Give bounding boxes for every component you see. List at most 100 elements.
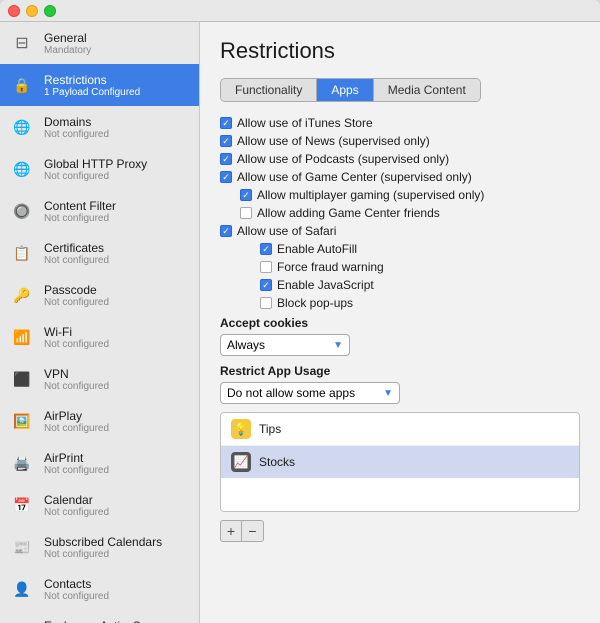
checkbox-fraud[interactable] (260, 261, 272, 273)
sidebar-item-text: Calendar Not configured (44, 493, 109, 518)
sidebar-item-sub: Not configured (44, 255, 109, 266)
cert-icon (8, 239, 36, 267)
tab-functionality[interactable]: Functionality (221, 79, 317, 101)
checkbox-label-fraud: Force fraud warning (277, 260, 384, 274)
checkbox-label-addfriends: Allow adding Game Center friends (257, 206, 440, 220)
checkbox-autofill[interactable]: ✓ (260, 243, 272, 255)
sidebar: General Mandatory Restrictions 1 Payload… (0, 22, 200, 623)
passcode-icon (8, 281, 36, 309)
lock-icon (8, 71, 36, 99)
restrict-app-dropdown[interactable]: Do not allow some apps ▼ (220, 382, 400, 404)
checkbox-multiplayer[interactable]: ✓ (240, 189, 252, 201)
restrict-app-label: Restrict App Usage (220, 364, 580, 378)
sidebar-item-text: Exchange ActiveSync Not configured (44, 619, 159, 623)
sidebar-item-domains[interactable]: Domains Not configured (0, 106, 199, 148)
window: General Mandatory Restrictions 1 Payload… (0, 0, 600, 623)
maximize-button[interactable] (44, 5, 56, 17)
sidebar-item-text: Content Filter Not configured (44, 199, 116, 224)
sidebar-item-text: Certificates Not configured (44, 241, 109, 266)
sidebar-item-text: AirPlay Not configured (44, 409, 109, 434)
accept-cookies-value: Always (227, 338, 265, 352)
accept-cookies-dropdown[interactable]: Always ▼ (220, 334, 350, 356)
sidebar-item-content[interactable]: Content Filter Not configured (0, 190, 199, 232)
checkbox-row-safari: ✓ Allow use of Safari (220, 224, 580, 238)
checkbox-popups[interactable] (260, 297, 272, 309)
tab-apps[interactable]: Apps (317, 79, 373, 101)
sidebar-item-title: Restrictions (44, 73, 140, 87)
sidebar-item-sub: Not configured (44, 507, 109, 518)
close-button[interactable] (8, 5, 20, 17)
sidebar-item-sub: 1 Payload Configured (44, 87, 140, 98)
restrict-dropdown-arrow-icon: ▼ (383, 388, 393, 399)
checkbox-gamecenter[interactable]: ✓ (220, 171, 232, 183)
checkbox-row-news: ✓ Allow use of News (supervised only) (220, 134, 580, 148)
checkboxes-section: ✓ Allow use of iTunes Store ✓ Allow use … (220, 116, 580, 310)
contacts-icon (8, 575, 36, 603)
app-list-item-stocks[interactable]: 📈 Stocks (221, 446, 579, 478)
checkbox-javascript[interactable]: ✓ (260, 279, 272, 291)
titlebar (0, 0, 600, 22)
sidebar-item-contacts[interactable]: Contacts Not configured (0, 568, 199, 610)
sidebar-item-title: Passcode (44, 283, 109, 297)
sidebar-item-text: Contacts Not configured (44, 577, 109, 602)
sidebar-item-http-proxy[interactable]: Global HTTP Proxy Not configured (0, 148, 199, 190)
checkbox-safari[interactable]: ✓ (220, 225, 232, 237)
sidebar-item-sub: Not configured (44, 465, 109, 476)
sidebar-item-sub: Not configured (44, 171, 147, 182)
domains-icon (8, 113, 36, 141)
sidebar-item-text: Subscribed Calendars Not configured (44, 535, 162, 560)
checkbox-itunes[interactable]: ✓ (220, 117, 232, 129)
main-content: Restrictions FunctionalityAppsMedia Cont… (200, 22, 600, 623)
minimize-button[interactable] (26, 5, 38, 17)
sidebar-item-text: Domains Not configured (44, 115, 109, 140)
sidebar-item-exchange[interactable]: Exchange ActiveSync Not configured (0, 610, 199, 623)
sidebar-item-title: VPN (44, 367, 109, 381)
tips-app-name: Tips (259, 422, 281, 436)
checkbox-news[interactable]: ✓ (220, 135, 232, 147)
checkbox-label-popups: Block pop-ups (277, 296, 353, 310)
checkbox-row-fraud: Force fraud warning (220, 260, 580, 274)
dropdown-arrow-icon: ▼ (333, 340, 343, 351)
sidebar-item-restrictions[interactable]: Restrictions 1 Payload Configured (0, 64, 199, 106)
exchange-icon (8, 617, 36, 623)
checkbox-row-gamecenter: ✓ Allow use of Game Center (supervised o… (220, 170, 580, 184)
sidebar-item-title: AirPrint (44, 451, 109, 465)
tab-media[interactable]: Media Content (374, 79, 480, 101)
calendar-icon (8, 491, 36, 519)
checkbox-label-multiplayer: Allow multiplayer gaming (supervised onl… (257, 188, 484, 202)
sidebar-item-calendar[interactable]: Calendar Not configured (0, 484, 199, 526)
sidebar-item-title: Contacts (44, 577, 109, 591)
checkbox-label-gamecenter: Allow use of Game Center (supervised onl… (237, 170, 472, 184)
sidebar-item-title: AirPlay (44, 409, 109, 423)
tips-app-icon: 💡 (231, 419, 251, 439)
app-list-toolbar: + − (220, 520, 580, 542)
app-list-item-tips[interactable]: 💡 Tips (221, 413, 579, 446)
add-app-button[interactable]: + (220, 520, 242, 542)
checkbox-label-itunes: Allow use of iTunes Store (237, 116, 373, 130)
vpn-icon (8, 365, 36, 393)
checkbox-row-autofill: ✓ Enable AutoFill (220, 242, 580, 256)
checkbox-podcasts[interactable]: ✓ (220, 153, 232, 165)
sidebar-item-title: Wi-Fi (44, 325, 109, 339)
sidebar-item-passcode[interactable]: Passcode Not configured (0, 274, 199, 316)
sidebar-item-vpn[interactable]: VPN Not configured (0, 358, 199, 400)
checkbox-label-news: Allow use of News (supervised only) (237, 134, 430, 148)
proxy-icon (8, 155, 36, 183)
sidebar-item-title: Certificates (44, 241, 109, 255)
sidebar-item-text: Global HTTP Proxy Not configured (44, 157, 147, 182)
tabs-bar: FunctionalityAppsMedia Content (220, 78, 481, 102)
sidebar-item-wifi[interactable]: Wi-Fi Not configured (0, 316, 199, 358)
sidebar-item-sub: Not configured (44, 591, 109, 602)
sidebar-item-general[interactable]: General Mandatory (0, 22, 199, 64)
page-title: Restrictions (220, 38, 580, 64)
checkbox-addfriends[interactable] (240, 207, 252, 219)
sidebar-item-certs[interactable]: Certificates Not configured (0, 232, 199, 274)
remove-app-button[interactable]: − (242, 520, 264, 542)
sidebar-item-airplay[interactable]: AirPlay Not configured (0, 400, 199, 442)
accept-cookies-row: Always ▼ (220, 334, 580, 356)
sidebar-item-subscribed[interactable]: Subscribed Calendars Not configured (0, 526, 199, 568)
checkbox-label-autofill: Enable AutoFill (277, 242, 357, 256)
checkbox-label-safari: Allow use of Safari (237, 224, 336, 238)
sidebar-item-text: Passcode Not configured (44, 283, 109, 308)
sidebar-item-airprint[interactable]: AirPrint Not configured (0, 442, 199, 484)
